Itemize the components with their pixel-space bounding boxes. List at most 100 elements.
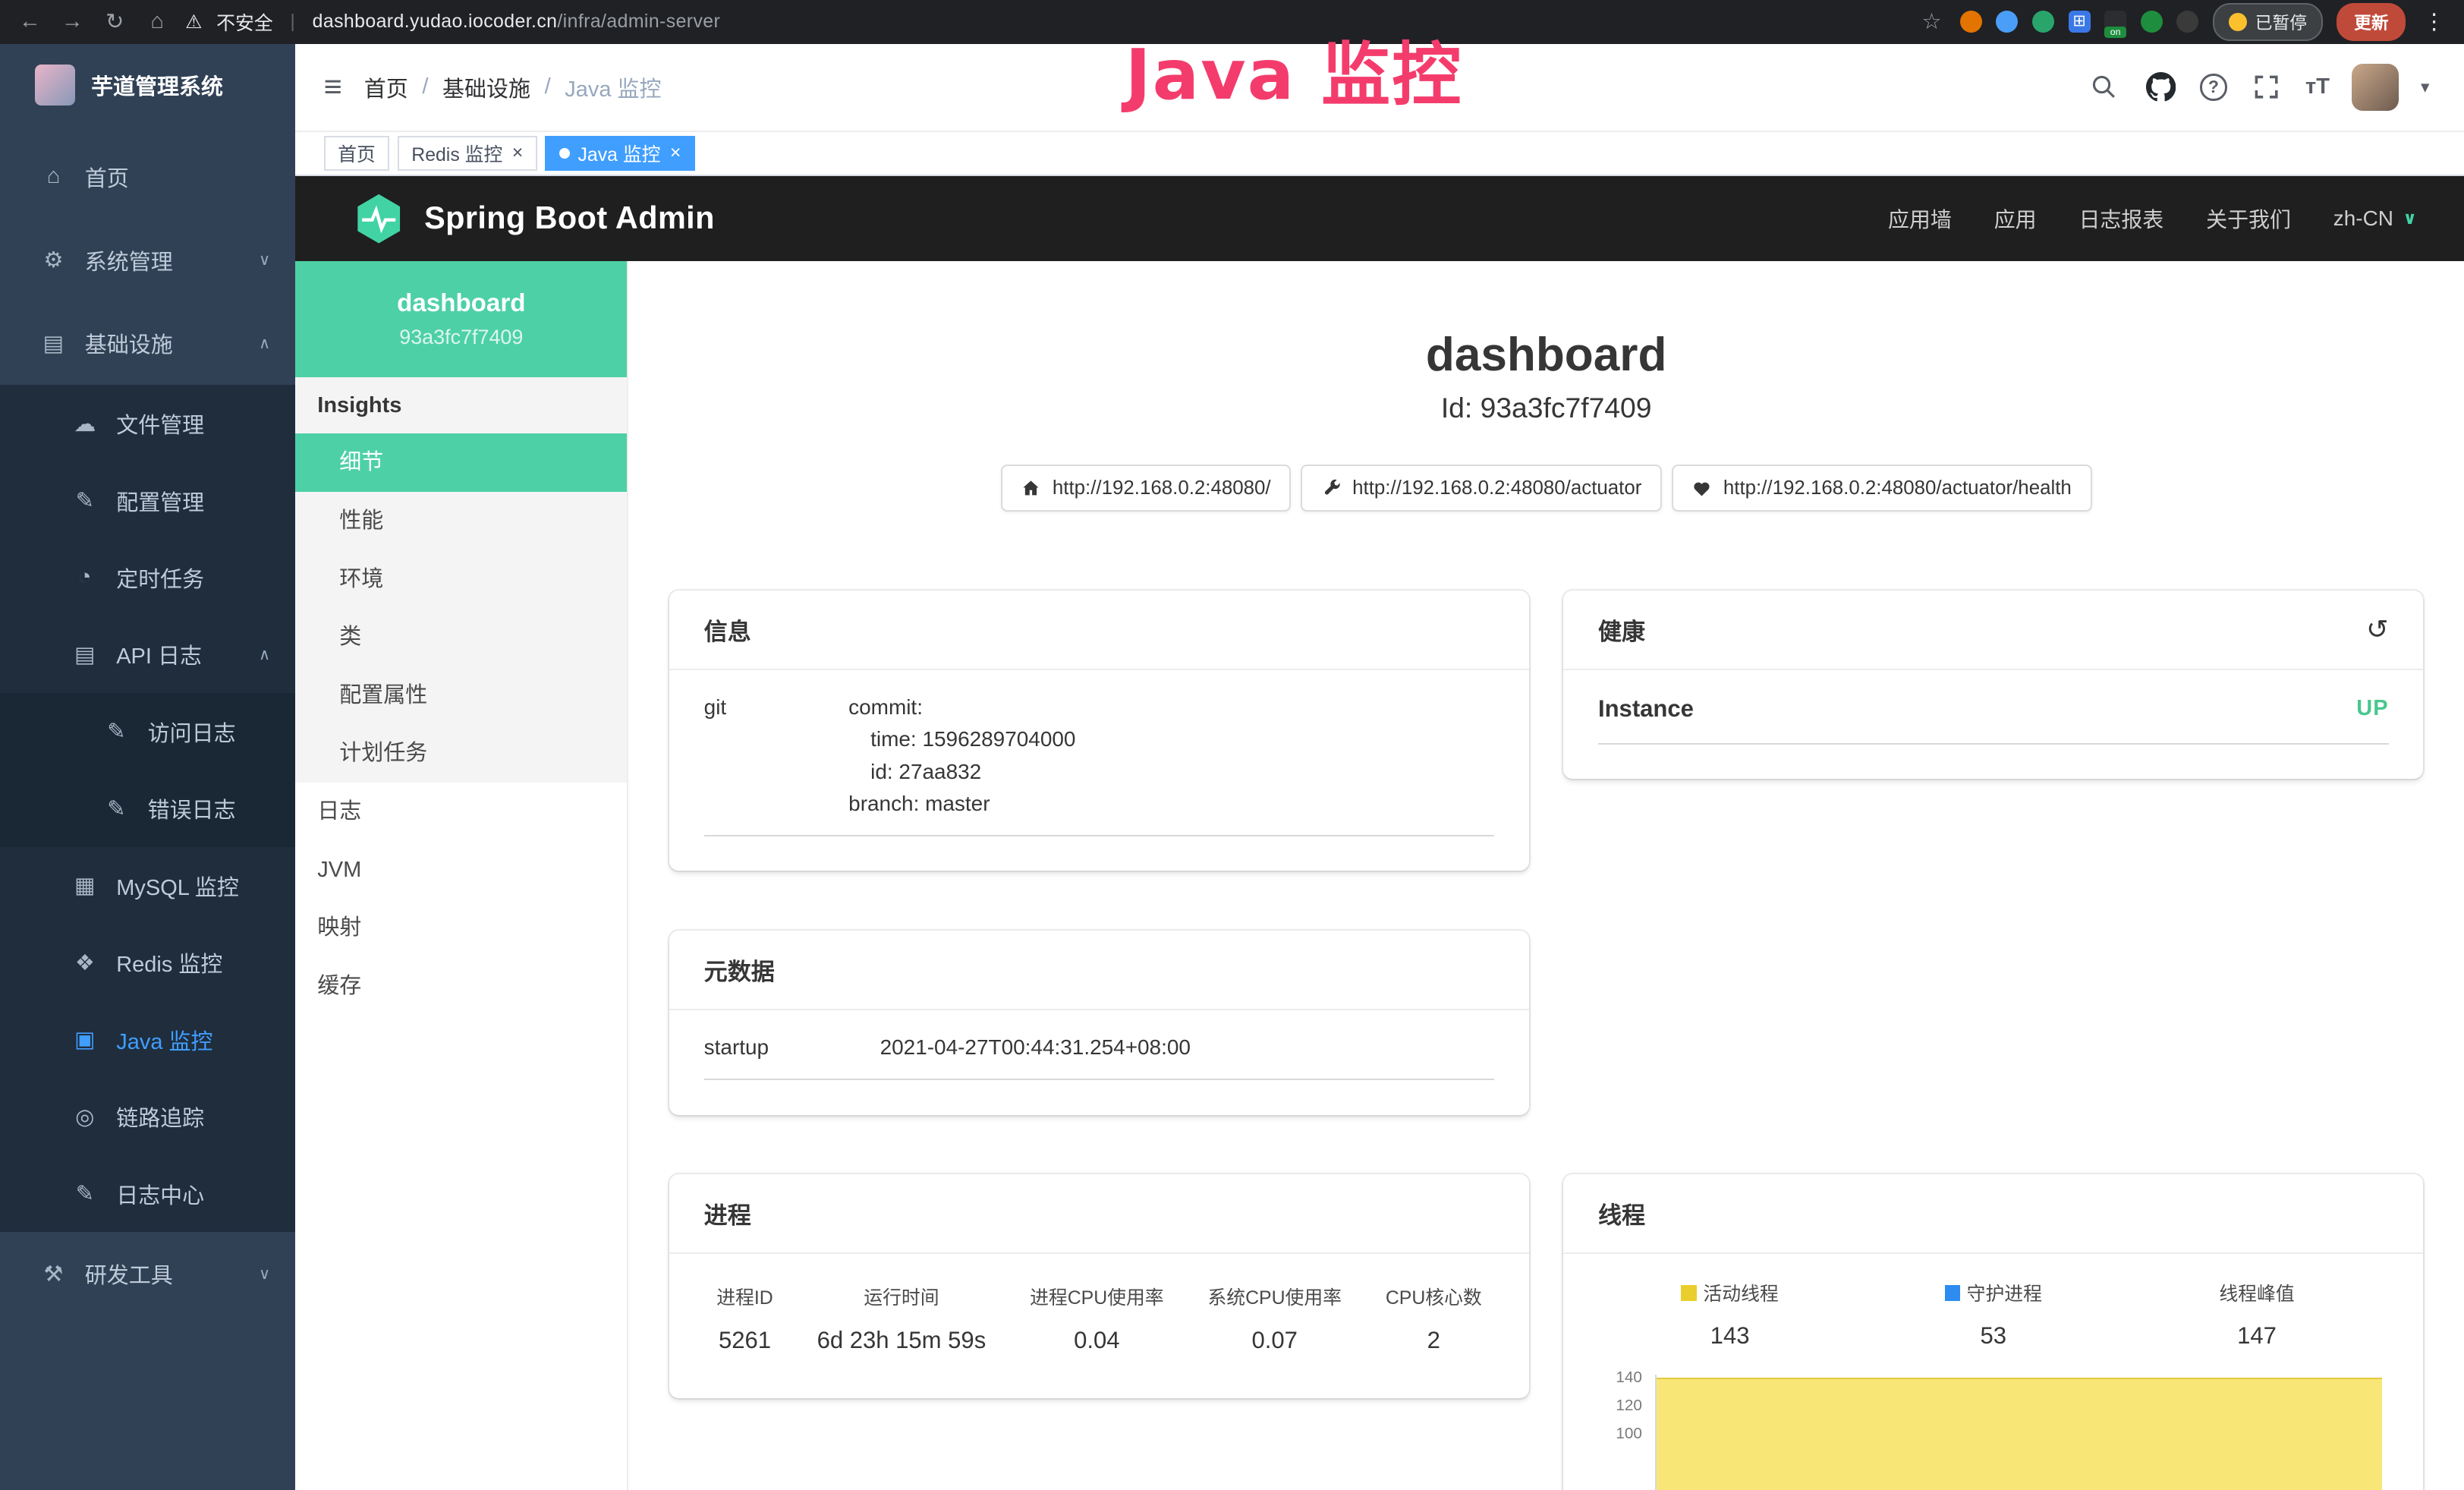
sidebar-item-api-log[interactable]: ▤API 日志∧ — [0, 616, 295, 693]
extension-switch-icon[interactable]: on — [2104, 11, 2126, 33]
history-icon[interactable]: ↺ — [2366, 614, 2388, 645]
forward-icon[interactable]: → — [58, 9, 87, 34]
sba-nav-about[interactable]: 关于我们 — [2206, 203, 2291, 234]
extension-leaf-icon[interactable] — [2141, 11, 2163, 33]
sidebar-label-java: Java 监控 — [116, 1024, 212, 1056]
chart-y-axis: 140 120 100 — [1598, 1375, 1655, 1490]
user-avatar[interactable] — [2352, 64, 2399, 111]
tag-java-monitor[interactable]: Java 监控× — [545, 136, 695, 171]
home-icon — [1021, 478, 1041, 499]
tag-label: 首页 — [338, 140, 376, 167]
sidebar-item-access-log[interactable]: ✎访问日志 — [0, 693, 295, 770]
bookmark-star-icon[interactable]: ☆ — [1918, 8, 1946, 35]
actuator-url-button[interactable]: http://192.168.0.2:48080/actuator — [1301, 465, 1662, 512]
app-logo[interactable]: 芋道管理系统 — [0, 44, 295, 126]
status-badge: UP — [2356, 696, 2388, 721]
sba-menu-caches[interactable]: 缓存 — [295, 957, 627, 1016]
sidebar-item-file-manage[interactable]: ☁文件管理 — [0, 385, 295, 461]
sba-brand-title[interactable]: Spring Boot Admin — [424, 200, 715, 236]
sba-menu-classes[interactable]: 类 — [295, 608, 627, 666]
url-separator: | — [290, 11, 294, 33]
legend-value: 147 — [2125, 1322, 2388, 1350]
reload-icon[interactable]: ↻ — [100, 8, 128, 35]
hamburger-icon[interactable]: ≡ — [324, 69, 342, 105]
log-doc-icon: ✎ — [97, 795, 135, 822]
app-title: 芋道管理系统 — [91, 69, 223, 101]
security-label[interactable]: 不安全 — [216, 8, 273, 36]
extension-orange-icon[interactable] — [1960, 11, 1982, 33]
sba-nav-applications[interactable]: 应用 — [1994, 203, 2037, 234]
breadcrumb-section[interactable]: 基础设施 — [442, 71, 530, 103]
browser-menu-icon[interactable]: ⋮ — [2420, 8, 2448, 35]
legend-live-threads: 活动线程143 — [1598, 1279, 1861, 1350]
help-icon[interactable]: ? — [2200, 74, 2226, 100]
sidebar-item-system[interactable]: ⚙系统管理∨ — [0, 219, 295, 302]
fullscreen-icon[interactable] — [2249, 70, 2284, 105]
sba-menu-jvm[interactable]: JVM — [295, 841, 627, 899]
sidebar-item-home[interactable]: ⌂首页 — [0, 135, 295, 219]
sba-nav-journal[interactable]: 日志报表 — [2079, 203, 2163, 234]
threads-card-header: 线程 — [1563, 1174, 2423, 1254]
metadata-key: startup — [704, 1035, 880, 1060]
security-warning-icon[interactable]: ⚠ — [185, 11, 202, 33]
process-metric: 系统CPU使用率0.07 — [1207, 1283, 1342, 1355]
sba-menu-logs[interactable]: 日志 — [295, 783, 627, 841]
sidebar-item-java-monitor[interactable]: ▣ Java 监控 — [0, 1001, 295, 1078]
info-card: 信息 git commit: time: 1596289704000 id: 2… — [669, 591, 1529, 871]
sba-menu-scheduledtasks[interactable]: 计划任务 — [295, 724, 627, 783]
sba-menu-details[interactable]: 细节 — [295, 433, 627, 492]
monitor-icon: ▣ — [66, 1026, 104, 1053]
metric-value: 2 — [1386, 1327, 1482, 1354]
search-icon[interactable] — [2087, 70, 2122, 105]
browser-home-icon[interactable]: ⌂ — [143, 9, 171, 34]
wrench-icon — [1321, 478, 1342, 499]
service-url-button[interactable]: http://192.168.0.2:48080/ — [1001, 465, 1292, 512]
sba-menu-metrics[interactable]: 性能 — [295, 492, 627, 550]
close-icon[interactable]: × — [512, 143, 524, 164]
breadcrumb-home[interactable]: 首页 — [364, 71, 408, 103]
avatar-caret-icon[interactable]: ▾ — [2421, 77, 2429, 97]
health-url-button[interactable]: http://192.168.0.2:48080/actuator/health — [1672, 465, 2092, 512]
database-icon: ▦ — [66, 872, 104, 899]
process-card: 进程 进程ID5261 运行时间6d 23h 15m 59s 进程CPU使用率0… — [669, 1174, 1529, 1398]
font-size-icon[interactable]: тT — [2305, 74, 2330, 99]
tag-redis-monitor[interactable]: Redis 监控× — [398, 136, 537, 171]
card-title: 信息 — [704, 613, 751, 647]
back-icon[interactable]: ← — [16, 9, 44, 34]
sidebar-label-system: 系统管理 — [85, 244, 173, 276]
sba-nav-wallboard[interactable]: 应用墙 — [1888, 203, 1952, 234]
breadcrumb-separator: / — [545, 74, 551, 99]
sidebar-item-infra[interactable]: ▤基础设施∧ — [0, 302, 295, 386]
card-title: 健康 — [1598, 613, 1645, 647]
sba-instance-header[interactable]: dashboard 93a3fc7f7409 — [295, 261, 627, 377]
sidebar-item-mysql-monitor[interactable]: ▦MySQL 监控 — [0, 847, 295, 924]
sidebar-item-config-manage[interactable]: ✎配置管理 — [0, 462, 295, 539]
sba-menu-configprops[interactable]: 配置属性 — [295, 666, 627, 725]
legend-daemon-threads: 守护进程53 — [1861, 1279, 2125, 1350]
paused-badge[interactable]: 已暂停 — [2213, 3, 2323, 40]
extension-drop-icon[interactable] — [1996, 11, 2018, 33]
logo-avatar — [35, 65, 76, 106]
sidebar-item-dev-tools[interactable]: ⚒研发工具∨ — [0, 1232, 295, 1315]
extension-grid-icon[interactable]: ⊞ — [2069, 11, 2091, 33]
legend-label: 线程峰值 — [2219, 1279, 2294, 1306]
instance-links: http://192.168.0.2:48080/ http://192.168… — [628, 465, 2464, 512]
sidebar-item-scheduled-job[interactable]: ◔定时任务 — [0, 539, 295, 616]
extension-green-circle-icon[interactable] — [2032, 11, 2054, 33]
tag-home[interactable]: 首页 — [324, 136, 390, 171]
metric-label: 进程CPU使用率 — [1030, 1283, 1164, 1310]
address-url[interactable]: dashboard.yudao.iocoder.cn/infra/admin-s… — [313, 11, 721, 33]
github-icon[interactable] — [2144, 70, 2179, 105]
sba-menu-mappings[interactable]: 映射 — [295, 899, 627, 957]
git-commit-label: commit: — [848, 695, 1494, 720]
sidebar-item-redis-monitor[interactable]: ❖Redis 监控 — [0, 925, 295, 1001]
sba-menu-environment[interactable]: 环境 — [295, 550, 627, 609]
extension-dark-icon[interactable] — [2176, 11, 2198, 33]
sidebar-item-error-log[interactable]: ✎错误日志 — [0, 770, 295, 847]
sidebar-item-log-center[interactable]: ✎日志中心 — [0, 1155, 295, 1232]
sidebar-item-trace[interactable]: ◎链路追踪 — [0, 1079, 295, 1155]
sba-locale-select[interactable]: zh-CN∨ — [2333, 206, 2417, 231]
metadata-card-header: 元数据 — [669, 931, 1529, 1010]
update-button[interactable]: 更新 — [2337, 3, 2406, 41]
close-icon[interactable]: × — [670, 143, 681, 164]
